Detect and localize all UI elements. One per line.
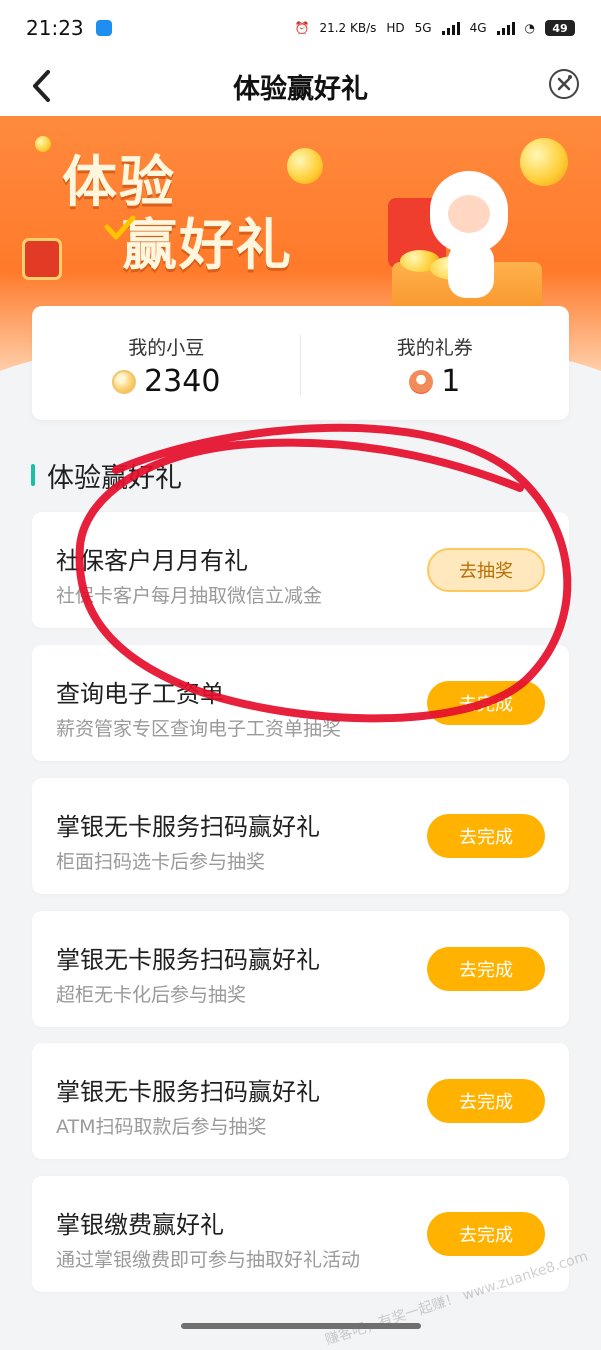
close-icon[interactable] (549, 69, 579, 99)
task-title: 掌银无卡服务扫码赢好礼 (56, 813, 320, 841)
task-card: 社保客户月月有礼 社保卡客户每月抽取微信立减金 去抽奖 (32, 512, 569, 628)
draw-button[interactable]: 去抽奖 (427, 548, 545, 592)
section-accent-bar (31, 464, 35, 486)
alarm-icon: ⏰ (294, 21, 310, 35)
coupon-icon (409, 369, 434, 394)
status-right: ⏰ 21.2 KB/s HD 5G 4G ◔ 49 (294, 20, 575, 36)
signal-5g-icon (441, 21, 460, 35)
complete-button[interactable]: 去完成 (427, 1079, 545, 1123)
decorative-coin-icon (520, 138, 568, 186)
hero-title: 体验 赢好礼 (62, 150, 293, 277)
app-icon (95, 20, 112, 36)
back-icon[interactable] (24, 66, 64, 106)
task-subtitle: 社保卡客户每月抽取微信立减金 (56, 585, 323, 607)
bean-icon (112, 369, 137, 394)
my-coupons-summary[interactable]: 我的礼券 1 (301, 306, 570, 420)
5g-label: 5G (414, 21, 432, 35)
task-card: 掌银无卡服务扫码赢好礼 超柜无卡化后参与抽奖 去完成 (32, 911, 569, 1027)
wifi-icon: ◔ (524, 21, 535, 35)
task-subtitle: 柜面扫码选卡后参与抽奖 (56, 851, 266, 873)
signal-4g-icon (496, 21, 515, 35)
complete-button[interactable]: 去完成 (427, 947, 545, 991)
decorative-coin-icon (35, 136, 51, 152)
task-title: 掌银无卡服务扫码赢好礼 (56, 946, 320, 974)
home-indicator[interactable] (181, 1323, 421, 1329)
hd-icon: HD (386, 21, 405, 35)
my-coupons-value-wrap: 1 (301, 364, 570, 399)
task-title: 掌银缴费赢好礼 (56, 1211, 224, 1239)
section-title-text: 体验赢好礼 (47, 462, 182, 494)
complete-button[interactable]: 去完成 (427, 1212, 545, 1256)
my-beans-summary[interactable]: 我的小豆 2340 (32, 306, 301, 420)
my-beans-value-wrap: 2340 (32, 364, 301, 399)
hero-title-line-1: 体验 (62, 149, 177, 214)
gift-envelope-icon (22, 238, 62, 280)
complete-button[interactable]: 去完成 (427, 681, 545, 725)
page-title: 体验赢好礼 (233, 73, 368, 105)
status-bar: 21:23 ⏰ 21.2 KB/s HD 5G 4G ◔ 49 (0, 0, 601, 56)
task-subtitle: 通过掌银缴费即可参与抽取好礼活动 (56, 1249, 361, 1271)
network-speed: 21.2 KB/s (319, 21, 377, 35)
battery-icon: 49 (545, 20, 575, 36)
task-card: 掌银无卡服务扫码赢好礼 ATM扫码取款后参与抽奖 去完成 (32, 1043, 569, 1159)
mascot-face-icon (448, 195, 490, 233)
check-icon (104, 215, 136, 240)
my-coupons-value: 1 (441, 364, 461, 399)
complete-button[interactable]: 去完成 (427, 814, 545, 858)
navigation-bar: 体验赢好礼 (0, 56, 601, 116)
hero-title-line-2: 赢好礼 (122, 212, 294, 278)
my-coupons-label: 我的礼券 (396, 337, 473, 359)
close-x-icon (557, 75, 572, 91)
my-beans-label: 我的小豆 (128, 337, 205, 359)
task-card: 掌银缴费赢好礼 通过掌银缴费即可参与抽取好礼活动 去完成 (32, 1176, 569, 1292)
summary-card: 我的小豆 2340 我的礼券 1 (32, 306, 569, 420)
task-title: 查询电子工资单 (56, 680, 224, 708)
task-title: 社保客户月月有礼 (56, 547, 248, 575)
status-left: 21:23 (26, 16, 112, 40)
task-subtitle: ATM扫码取款后参与抽奖 (56, 1116, 267, 1138)
4g-label: 4G (469, 21, 487, 35)
task-title: 掌银无卡服务扫码赢好礼 (56, 1078, 320, 1106)
section-title: 体验赢好礼 (31, 458, 182, 494)
task-subtitle: 超柜无卡化后参与抽奖 (56, 984, 247, 1006)
mascot-body-icon (448, 242, 494, 298)
task-card: 查询电子工资单 薪资管家专区查询电子工资单抽奖 去完成 (32, 645, 569, 761)
task-card: 掌银无卡服务扫码赢好礼 柜面扫码选卡后参与抽奖 去完成 (32, 778, 569, 894)
status-time: 21:23 (26, 16, 84, 40)
my-beans-value: 2340 (144, 364, 221, 399)
task-subtitle: 薪资管家专区查询电子工资单抽奖 (56, 718, 342, 740)
